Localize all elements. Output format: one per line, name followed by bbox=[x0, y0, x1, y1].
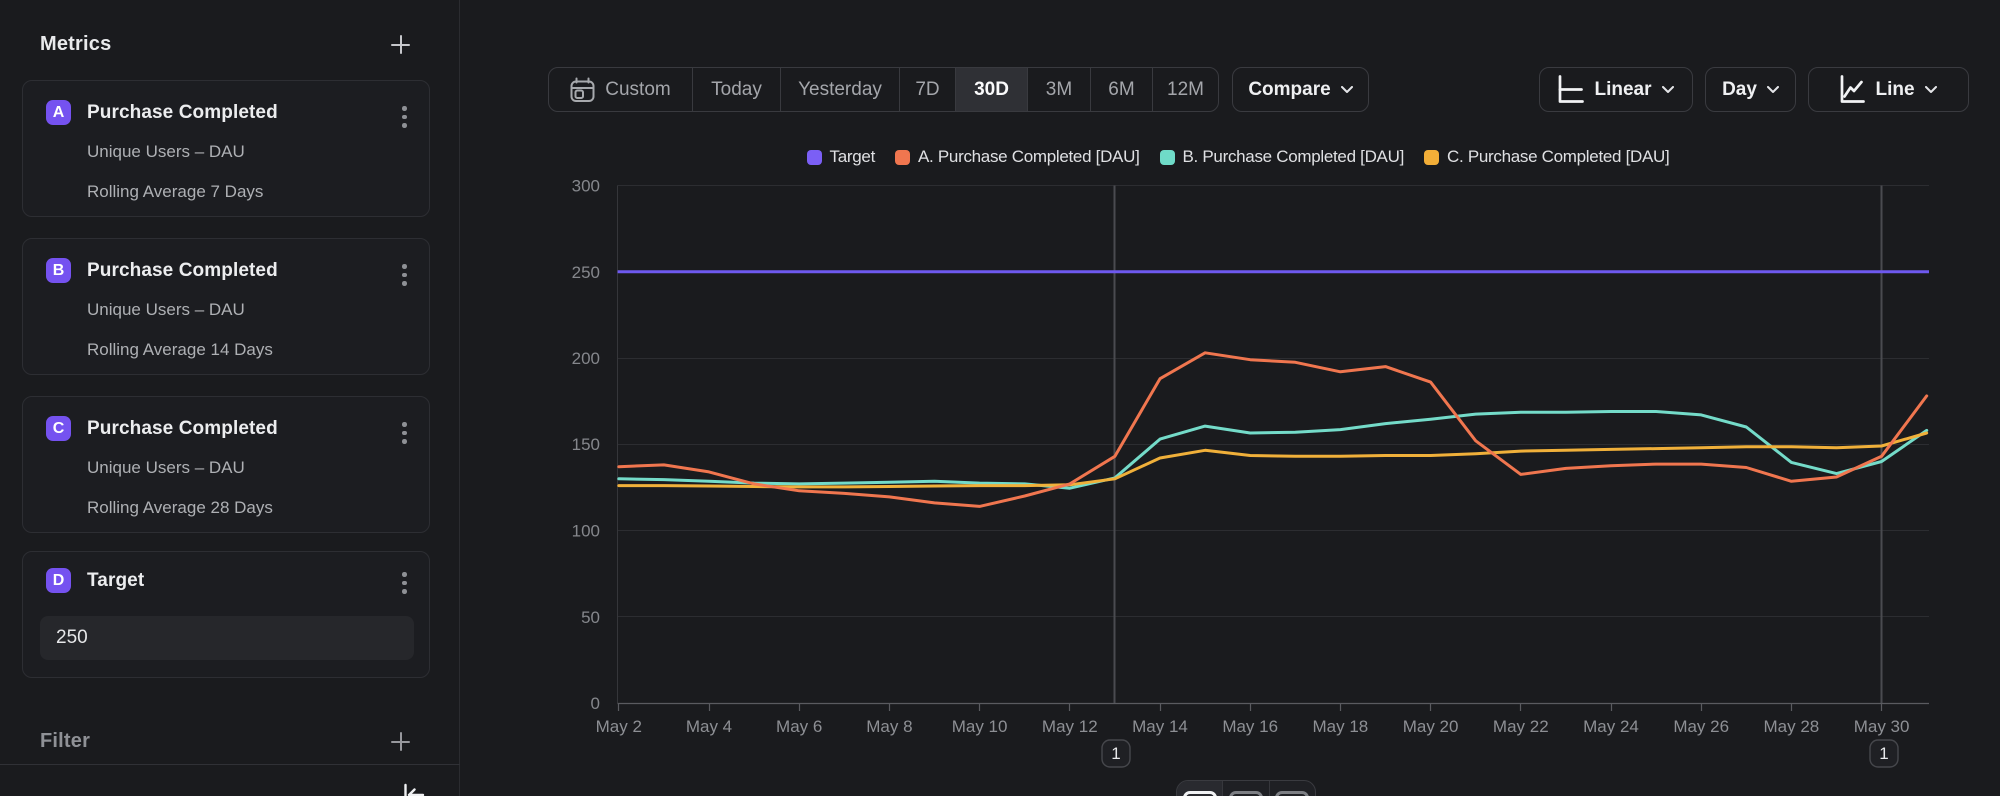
svg-text:1: 1 bbox=[1111, 744, 1120, 763]
svg-text:May 4: May 4 bbox=[686, 717, 732, 736]
svg-text:1: 1 bbox=[1879, 744, 1888, 763]
svg-text:May 24: May 24 bbox=[1583, 717, 1639, 736]
svg-text:May 14: May 14 bbox=[1132, 717, 1188, 736]
svg-text:May 2: May 2 bbox=[596, 717, 642, 736]
svg-text:May 18: May 18 bbox=[1313, 717, 1369, 736]
svg-text:May 26: May 26 bbox=[1673, 717, 1729, 736]
svg-text:200: 200 bbox=[572, 349, 600, 368]
svg-text:May 8: May 8 bbox=[866, 717, 912, 736]
svg-text:0: 0 bbox=[591, 694, 600, 713]
svg-text:250: 250 bbox=[572, 263, 600, 282]
svg-text:May 16: May 16 bbox=[1222, 717, 1278, 736]
svg-text:May 10: May 10 bbox=[952, 717, 1008, 736]
svg-text:May 30: May 30 bbox=[1854, 717, 1910, 736]
svg-text:May 12: May 12 bbox=[1042, 717, 1098, 736]
svg-text:May 28: May 28 bbox=[1764, 717, 1820, 736]
svg-text:100: 100 bbox=[572, 522, 600, 541]
svg-text:300: 300 bbox=[572, 177, 600, 196]
svg-text:May 22: May 22 bbox=[1493, 717, 1549, 736]
svg-text:150: 150 bbox=[572, 435, 600, 454]
svg-text:May 6: May 6 bbox=[776, 717, 822, 736]
svg-text:May 20: May 20 bbox=[1403, 717, 1459, 736]
svg-text:50: 50 bbox=[581, 608, 600, 627]
